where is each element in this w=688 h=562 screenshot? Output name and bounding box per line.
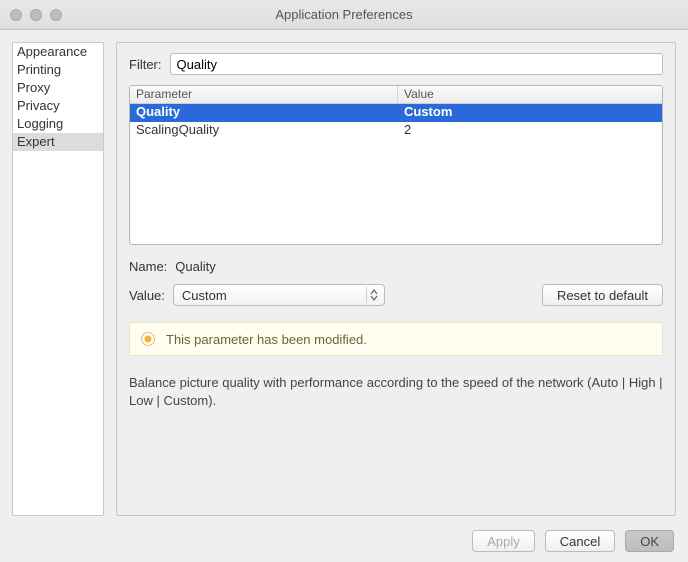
value-row: Value: Custom Reset to default bbox=[129, 284, 663, 306]
table-header: Parameter Value bbox=[130, 86, 662, 104]
value-label: Value: bbox=[129, 288, 165, 303]
table-row[interactable]: ScalingQuality 2 bbox=[130, 122, 662, 140]
value-select-text: Custom bbox=[182, 288, 227, 303]
cell-parameter: Quality bbox=[130, 104, 398, 122]
apply-button[interactable]: Apply bbox=[472, 530, 535, 552]
sidebar-item-appearance[interactable]: Appearance bbox=[13, 43, 103, 61]
cell-value: 2 bbox=[398, 122, 662, 140]
sidebar: Appearance Printing Proxy Privacy Loggin… bbox=[12, 42, 104, 516]
filter-label: Filter: bbox=[129, 57, 162, 72]
main-panel: Filter: Parameter Value Quality Custom S… bbox=[116, 42, 676, 516]
parameter-description: Balance picture quality with performance… bbox=[129, 374, 663, 410]
window-title: Application Preferences bbox=[0, 7, 688, 22]
sidebar-item-logging[interactable]: Logging bbox=[13, 115, 103, 133]
info-icon bbox=[140, 331, 156, 347]
close-icon[interactable] bbox=[10, 9, 22, 21]
modified-notice: This parameter has been modified. bbox=[129, 322, 663, 356]
sidebar-item-privacy[interactable]: Privacy bbox=[13, 97, 103, 115]
filter-input[interactable] bbox=[170, 53, 664, 75]
zoom-icon[interactable] bbox=[50, 9, 62, 21]
updown-icon bbox=[366, 287, 382, 303]
parameter-table: Parameter Value Quality Custom ScalingQu… bbox=[129, 85, 663, 245]
name-label: Name: bbox=[129, 259, 167, 274]
titlebar: Application Preferences bbox=[0, 0, 688, 30]
window-controls bbox=[0, 9, 62, 21]
cell-parameter: ScalingQuality bbox=[130, 122, 398, 140]
cell-value: Custom bbox=[398, 104, 662, 122]
sidebar-item-proxy[interactable]: Proxy bbox=[13, 79, 103, 97]
column-header-parameter[interactable]: Parameter bbox=[130, 86, 398, 103]
minimize-icon[interactable] bbox=[30, 9, 42, 21]
name-row: Name: Quality bbox=[129, 259, 663, 274]
filter-row: Filter: bbox=[129, 53, 663, 75]
ok-button[interactable]: OK bbox=[625, 530, 674, 552]
sidebar-item-expert[interactable]: Expert bbox=[13, 133, 103, 151]
dialog-footer: Apply Cancel OK bbox=[472, 530, 674, 552]
cancel-button[interactable]: Cancel bbox=[545, 530, 615, 552]
value-select[interactable]: Custom bbox=[173, 284, 385, 306]
reset-button[interactable]: Reset to default bbox=[542, 284, 663, 306]
column-header-value[interactable]: Value bbox=[398, 86, 662, 103]
notice-text: This parameter has been modified. bbox=[166, 332, 367, 347]
sidebar-item-printing[interactable]: Printing bbox=[13, 61, 103, 79]
name-value: Quality bbox=[175, 259, 215, 274]
table-row[interactable]: Quality Custom bbox=[130, 104, 662, 122]
